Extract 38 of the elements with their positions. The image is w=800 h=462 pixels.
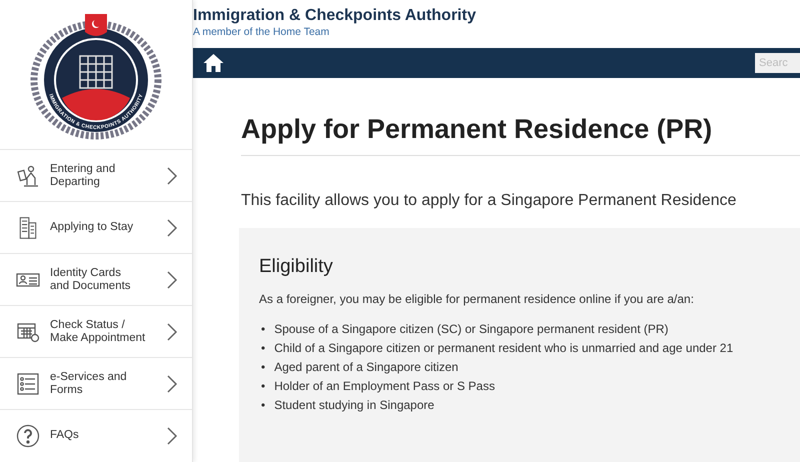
bullet-mark: • [260, 321, 266, 338]
home-icon[interactable] [203, 53, 224, 73]
chevron-icon [166, 270, 178, 290]
sidebar-item[interactable]: Check Status / Make Appointment [0, 305, 192, 357]
sidebar-item[interactable]: Applying to Stay [0, 201, 192, 253]
bullet-mark: • [260, 397, 266, 414]
chevron-icon [166, 166, 178, 186]
chevron-icon [166, 322, 178, 342]
traveller-icon [16, 164, 40, 188]
sidebar-item[interactable]: FAQs [0, 409, 192, 461]
sidebar-item-label: Check Status / Make Appointment [50, 318, 146, 344]
chevron-icon [166, 426, 178, 446]
sidebar-item-label: Applying to Stay [50, 221, 134, 234]
sidebar-item-label: e-Services and Forms [50, 370, 128, 396]
sidebar-item[interactable]: Entering and Departing [0, 149, 192, 201]
eligibility-item: Child of a Singapore citizen or permanent resident who is unmarried and age under 21 [274, 340, 734, 357]
sidebar-item-label: Entering and Departing [50, 162, 116, 188]
section-heading: Eligibility [259, 256, 334, 278]
sidebar-item-label: FAQs [50, 429, 80, 442]
site-subtitle: A member of the Home Team [193, 26, 330, 38]
eligibility-item: Aged parent of a Singapore citizen [274, 359, 458, 376]
sidebar-item-label: Identity Cards and Documents [50, 266, 132, 292]
sidebar-item[interactable]: e-Services and Forms [0, 357, 192, 409]
eligibility-text: As a foreigner, you may be eligible for permanent residence online if you are a/an: [259, 292, 695, 306]
sidebar-item[interactable]: Identity Cards and Documents [0, 253, 192, 305]
checklist-icon [16, 372, 40, 396]
eligibility-item: Holder of an Employment Pass or S Pass [274, 378, 495, 395]
chevron-icon [166, 218, 178, 238]
question-icon [16, 424, 40, 448]
eligibility-item: Student studying in Singapore [274, 397, 434, 414]
bullet-mark: • [260, 359, 266, 376]
bullet-mark: • [260, 340, 266, 357]
site-title: Immigration & Checkpoints Authority [193, 7, 477, 25]
page-title: Apply for Permanent Residence (PR) [241, 78, 800, 156]
chevron-icon [166, 374, 178, 394]
eligibility-item: Spouse of a Singapore citizen (SC) or Singapore permanent resident (PR) [274, 321, 668, 338]
intro-text: This facility allows you to apply for a Singapore Permanent Residence [241, 192, 738, 210]
bullet-mark: • [260, 378, 266, 395]
